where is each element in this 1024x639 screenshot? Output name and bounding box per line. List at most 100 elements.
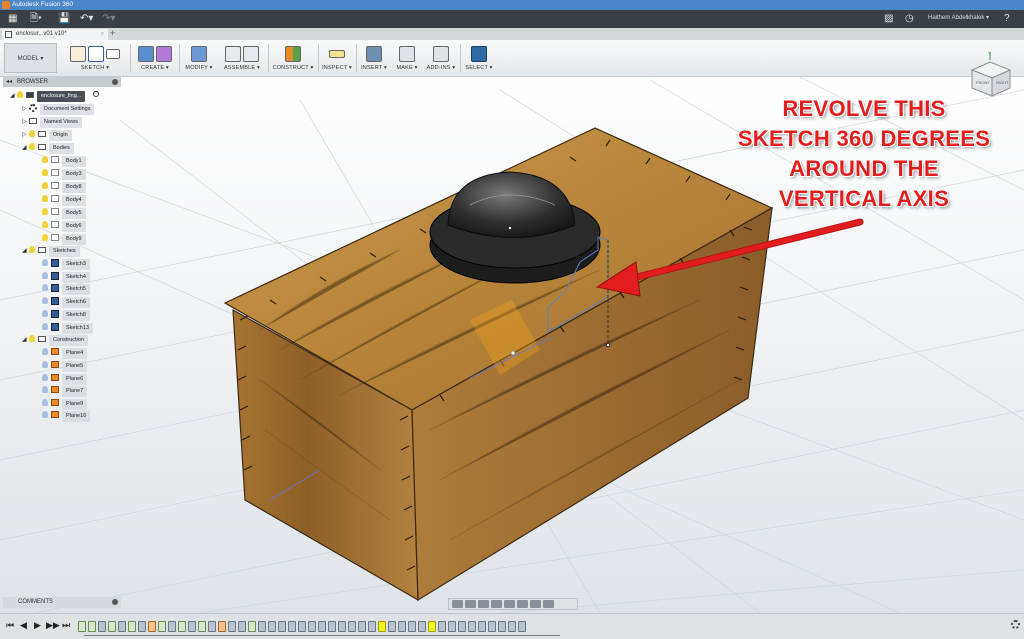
sketch-group[interactable]: SKETCH ▾: [62, 43, 128, 75]
timeline-feature[interactable]: [398, 620, 406, 632]
timeline-end-icon[interactable]: ⏭: [62, 620, 70, 631]
expand-right-icon[interactable]: ▷: [22, 104, 29, 115]
expand-down-icon[interactable]: ◢: [22, 246, 29, 257]
job-status-icon[interactable]: ▨: [884, 13, 893, 25]
offset-plane-icon[interactable]: [285, 46, 301, 62]
visibility-bulb-icon[interactable]: [29, 335, 35, 342]
clock-icon[interactable]: ◷: [905, 13, 914, 25]
visibility-bulb-icon[interactable]: [29, 246, 35, 253]
timeline-feature[interactable]: [518, 620, 526, 632]
expand-down-icon[interactable]: ◢: [22, 143, 29, 154]
timeline-feature[interactable]: [78, 620, 86, 632]
timeline-feature[interactable]: [428, 620, 436, 632]
tree-plane[interactable]: Plane5: [42, 361, 88, 372]
new-tab-button[interactable]: +: [110, 28, 115, 38]
timeline-feature[interactable]: [268, 620, 276, 632]
visibility-bulb-icon[interactable]: [42, 272, 48, 279]
tree-sketch[interactable]: Sketch4: [42, 272, 90, 283]
comments-panel[interactable]: COMMENTS: [3, 597, 121, 608]
timeline-settings-icon[interactable]: [1011, 620, 1020, 629]
expand-down-icon[interactable]: ◢: [10, 91, 17, 102]
timeline-feature[interactable]: [278, 620, 286, 632]
display-settings-icon[interactable]: [517, 600, 528, 608]
timeline-feature[interactable]: [188, 620, 196, 632]
measure-icon[interactable]: [329, 50, 345, 58]
timeline-feature[interactable]: [288, 620, 296, 632]
timeline-feature[interactable]: [208, 620, 216, 632]
visibility-bulb-icon[interactable]: [42, 221, 48, 228]
file-menu-icon[interactable]: 🗎▾: [30, 13, 42, 25]
tree-sketch[interactable]: Sketch8: [42, 310, 90, 321]
make-group[interactable]: MAKE ▾: [392, 43, 422, 75]
timeline-feature[interactable]: [118, 620, 126, 632]
timeline-feature[interactable]: [488, 620, 496, 632]
tree-origin[interactable]: ▷ Origin: [22, 130, 72, 141]
timeline-feature[interactable]: [158, 620, 166, 632]
tree-sketches[interactable]: ◢ Sketches: [22, 246, 80, 257]
timeline-feature[interactable]: [468, 620, 476, 632]
select-arrow-icon[interactable]: [471, 46, 487, 62]
insert-image-icon[interactable]: [366, 46, 382, 62]
tree-body[interactable]: Body4: [42, 195, 86, 206]
visibility-bulb-icon[interactable]: [42, 323, 48, 330]
inspect-group[interactable]: INSPECT ▾: [320, 43, 354, 75]
timeline-feature[interactable]: [108, 620, 116, 632]
timeline-feature[interactable]: [358, 620, 366, 632]
visibility-bulb-icon[interactable]: [42, 361, 48, 368]
timeline-feature[interactable]: [218, 620, 226, 632]
timeline-feature[interactable]: [368, 620, 376, 632]
grid-settings-icon[interactable]: [530, 600, 541, 608]
visibility-bulb-icon[interactable]: [42, 182, 48, 189]
viewcube[interactable]: Y FRONT RIGHT: [962, 50, 1022, 100]
timeline-play-icon[interactable]: ▶: [34, 620, 41, 631]
grid-menu-icon[interactable]: ▦: [8, 13, 17, 25]
viewports-icon[interactable]: [543, 600, 554, 608]
tree-body[interactable]: Body8: [42, 182, 86, 193]
timeline-back-icon[interactable]: ◀: [20, 620, 27, 631]
zoom-window-icon[interactable]: [504, 600, 515, 608]
3d-print-icon[interactable]: [399, 46, 415, 62]
timeline-feature[interactable]: [98, 620, 106, 632]
user-menu[interactable]: Haithem Abdelkhalek ▾: [928, 14, 989, 21]
timeline-feature[interactable]: [168, 620, 176, 632]
expand-right-icon[interactable]: ▷: [22, 117, 29, 128]
expand-right-icon[interactable]: ▷: [22, 130, 29, 141]
timeline-feature[interactable]: [348, 620, 356, 632]
tree-sketch[interactable]: Sketch5: [42, 284, 90, 295]
document-tab[interactable]: enclosur...v01 v10* ○: [2, 29, 108, 40]
timeline-feature[interactable]: [388, 620, 396, 632]
timeline-feature[interactable]: [498, 620, 506, 632]
visibility-bulb-icon[interactable]: [29, 143, 35, 150]
tree-body[interactable]: Body3: [42, 169, 86, 180]
timeline-feature[interactable]: [198, 620, 206, 632]
visibility-bulb-icon[interactable]: [42, 374, 48, 381]
modify-group[interactable]: MODIFY ▾: [182, 43, 216, 75]
timeline-feature[interactable]: [408, 620, 416, 632]
save-icon[interactable]: 💾: [58, 13, 70, 25]
timeline-feature[interactable]: [258, 620, 266, 632]
visibility-bulb-icon[interactable]: [29, 130, 35, 137]
tree-named-views[interactable]: ▷ Named Views: [22, 117, 82, 128]
expand-down-icon[interactable]: ◢: [22, 335, 29, 346]
tree-sketch[interactable]: Sketch3: [42, 259, 90, 270]
rectangle-icon[interactable]: [106, 49, 120, 59]
assemble-group[interactable]: ASSEMBLE ▾: [218, 43, 266, 75]
timeline-feature[interactable]: [418, 620, 426, 632]
tree-plane[interactable]: Plane7: [42, 386, 88, 397]
tree-plane[interactable]: Plane9: [42, 399, 88, 410]
timeline-feature[interactable]: [338, 620, 346, 632]
visibility-bulb-icon[interactable]: [42, 348, 48, 355]
create-group[interactable]: CREATE ▾: [133, 43, 177, 75]
visibility-bulb-icon[interactable]: [42, 156, 48, 163]
tree-sketch[interactable]: Sketch13: [42, 323, 93, 334]
timeline-feature[interactable]: [308, 620, 316, 632]
tree-construction[interactable]: ◢ Construction: [22, 335, 88, 346]
tree-body[interactable]: Body5: [42, 208, 86, 219]
browser-options-icon[interactable]: [112, 79, 118, 85]
timeline-feature[interactable]: [318, 620, 326, 632]
timeline-feature[interactable]: [138, 620, 146, 632]
visibility-bulb-icon[interactable]: [42, 234, 48, 241]
timeline-feature[interactable]: [458, 620, 466, 632]
timeline-feature[interactable]: [148, 620, 156, 632]
scripts-icon[interactable]: [433, 46, 449, 62]
